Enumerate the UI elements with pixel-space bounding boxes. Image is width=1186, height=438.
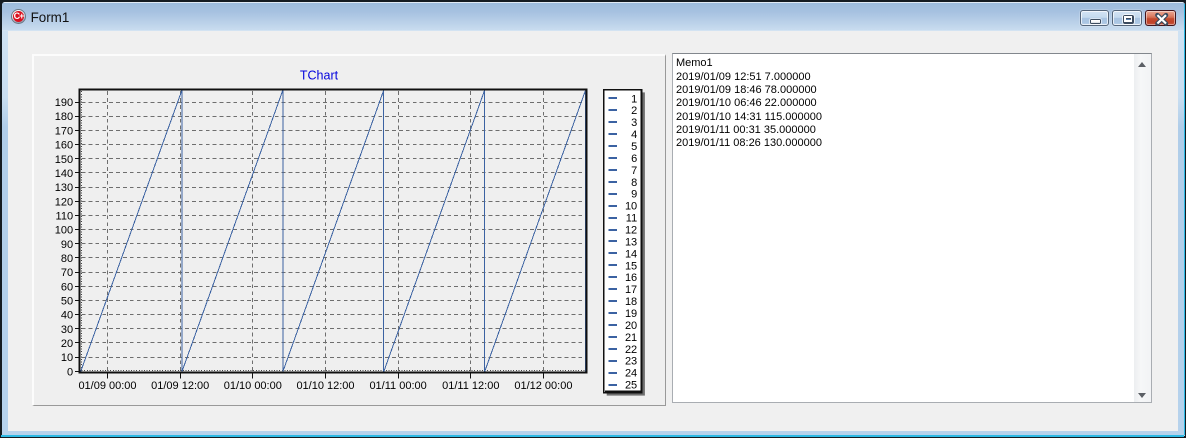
svg-text:9: 9 [631,189,637,201]
svg-text:70: 70 [61,267,73,279]
svg-text:13: 13 [625,236,637,248]
svg-text:22: 22 [625,344,637,356]
svg-text:01/10 00:00: 01/10 00:00 [224,380,282,392]
svg-text:180: 180 [55,111,73,123]
svg-text:4: 4 [631,129,637,141]
svg-text:110: 110 [56,210,74,222]
svg-text:80: 80 [61,253,73,265]
svg-text:23: 23 [625,356,637,368]
svg-text:10: 10 [625,201,637,213]
svg-text:60: 60 [61,281,73,293]
svg-text:17: 17 [625,284,637,296]
svg-text:160: 160 [55,140,73,152]
svg-text:21: 21 [625,332,637,344]
svg-text:0: 0 [67,366,73,378]
svg-text:14: 14 [625,248,637,260]
svg-text:01/11 00:00: 01/11 00:00 [369,380,426,392]
svg-text:01/09 12:00: 01/09 12:00 [151,380,209,392]
svg-text:3: 3 [631,117,637,129]
svg-text:2: 2 [631,105,637,117]
svg-text:12: 12 [625,225,637,237]
svg-text:130: 130 [55,182,73,194]
svg-text:5: 5 [631,141,637,153]
svg-text:7: 7 [631,165,637,177]
svg-text:01/12 00:00: 01/12 00:00 [514,380,572,392]
svg-text:40: 40 [61,310,73,322]
svg-text:18: 18 [625,296,637,308]
svg-text:01/09 00:00: 01/09 00:00 [78,380,136,392]
svg-text:TChart: TChart [300,69,339,83]
svg-text:30: 30 [61,324,73,336]
svg-text:16: 16 [625,272,637,284]
svg-text:11: 11 [626,213,637,225]
svg-text:8: 8 [631,177,637,189]
svg-text:120: 120 [55,196,73,208]
svg-text:140: 140 [55,168,73,180]
svg-text:10: 10 [61,352,73,364]
svg-text:01/10 12:00: 01/10 12:00 [296,380,354,392]
svg-text:6: 6 [631,153,637,165]
svg-text:90: 90 [61,239,73,251]
svg-text:190: 190 [55,97,73,109]
svg-text:1: 1 [631,93,637,105]
svg-text:20: 20 [61,338,73,350]
svg-text:24: 24 [625,368,637,380]
svg-text:20: 20 [625,320,637,332]
svg-text:150: 150 [55,154,73,166]
svg-text:15: 15 [625,260,637,272]
svg-text:170: 170 [55,125,73,137]
svg-text:100: 100 [55,225,73,237]
svg-text:25: 25 [625,380,637,392]
svg-text:50: 50 [61,296,73,308]
svg-text:19: 19 [625,308,637,320]
svg-text:01/11 12:00: 01/11 12:00 [442,380,499,392]
